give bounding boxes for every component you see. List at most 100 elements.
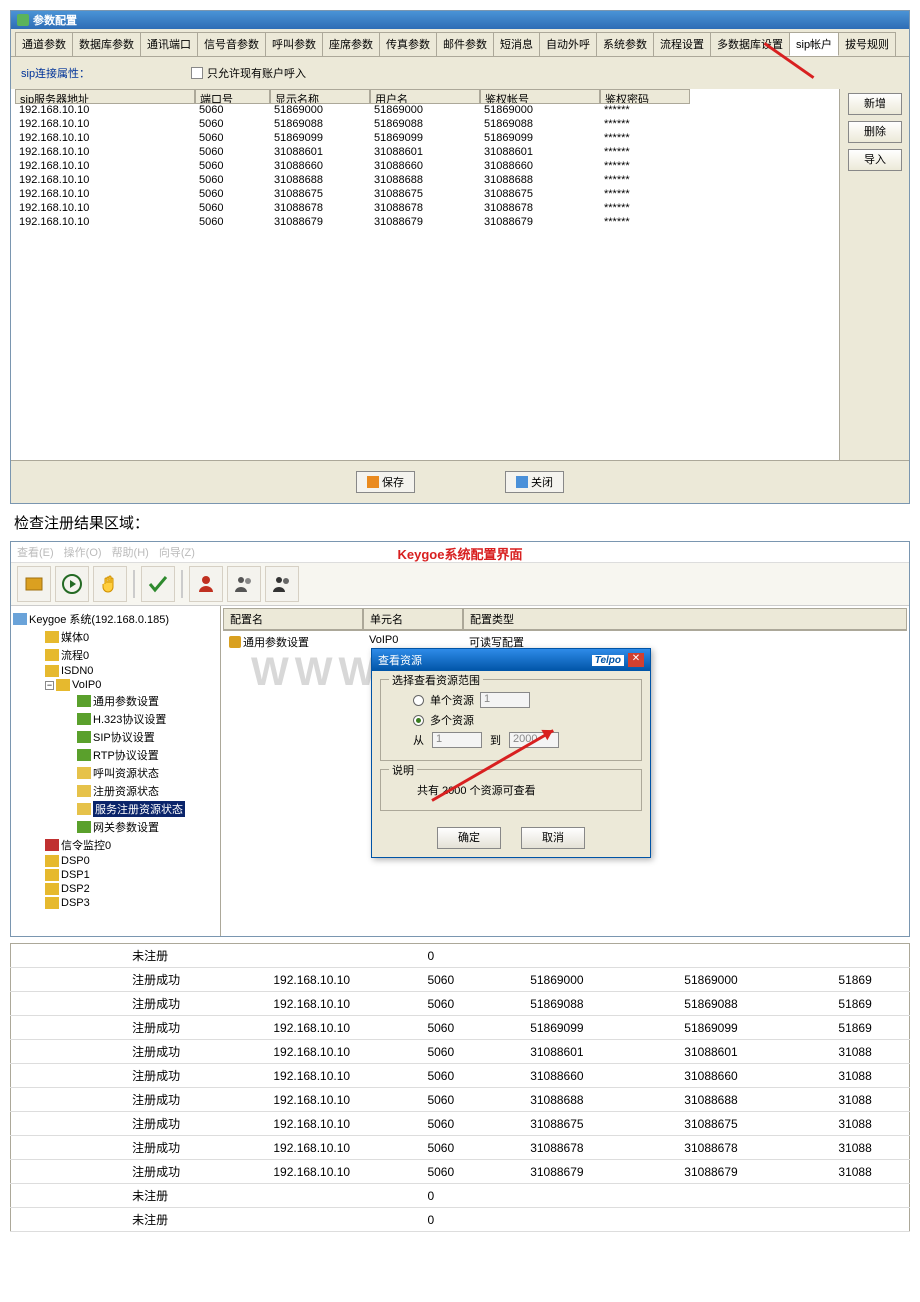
tab-6[interactable]: 传真参数 <box>379 32 437 56</box>
tab-10[interactable]: 系统参数 <box>596 32 654 56</box>
sip-account-row[interactable]: 192.168.10.10506051869099518690995186909… <box>15 132 835 146</box>
tab-13[interactable]: sip帐户 <box>789 32 839 56</box>
result-row[interactable]: 注册成功192.168.10.1050603108867931088679310… <box>11 1160 910 1184</box>
import-button[interactable]: 导入 <box>848 149 902 171</box>
tree-isdn[interactable]: ISDN0 <box>61 665 93 677</box>
tree-rtp[interactable]: RTP协议设置 <box>93 747 159 763</box>
sip-account-grid: sip服务器地址 端口号 显示名称 用户名 鉴权帐号 鉴权密码 192.168.… <box>11 89 909 460</box>
col-display-name[interactable]: 显示名称 <box>270 89 370 104</box>
from-field[interactable]: 1 <box>432 732 482 748</box>
tree-root[interactable]: Keygoe 系统(192.168.0.185) <box>29 611 169 627</box>
ok-button[interactable]: 确定 <box>437 827 501 849</box>
tab-14[interactable]: 拔号规则 <box>838 32 896 56</box>
col-config-name[interactable]: 配置名 <box>223 608 363 630</box>
folder-icon <box>45 897 59 909</box>
tree-h323[interactable]: H.323协议设置 <box>93 711 166 727</box>
menu-item[interactable]: 帮助(H) <box>112 544 149 560</box>
dialog-title-bar[interactable]: 查看资源 Telpo ✕ <box>372 649 650 671</box>
delete-button[interactable]: 删除 <box>848 121 902 143</box>
sip-account-row[interactable]: 192.168.10.10506031088678310886783108867… <box>15 202 835 216</box>
tree-voip[interactable]: VoIP0 <box>72 679 101 691</box>
toolbar-play-icon[interactable] <box>55 566 89 602</box>
result-row[interactable]: 注册成功192.168.10.1050605186908851869088518… <box>11 992 910 1016</box>
toolbar-users-dark-icon[interactable] <box>265 566 299 602</box>
result-row[interactable]: 注册成功192.168.10.1050605186909951869099518… <box>11 1016 910 1040</box>
folder-icon <box>45 665 59 677</box>
menu-item[interactable]: 查看(E) <box>17 544 54 560</box>
sip-account-row[interactable]: 192.168.10.10506031088601310886013108860… <box>15 146 835 160</box>
toolbar-check-icon[interactable] <box>141 566 175 602</box>
result-row[interactable]: 未注册0 <box>11 1208 910 1232</box>
result-row[interactable]: 注册成功192.168.10.1050603108866031088660310… <box>11 1064 910 1088</box>
result-row[interactable]: 注册成功192.168.10.1050603108860131088601310… <box>11 1040 910 1064</box>
allow-existing-checkbox[interactable] <box>191 67 203 79</box>
sip-account-row[interactable]: 192.168.10.10506031088675310886753108867… <box>15 188 835 202</box>
tab-11[interactable]: 流程设置 <box>653 32 711 56</box>
tree-general[interactable]: 通用参数设置 <box>93 693 159 709</box>
tab-4[interactable]: 呼叫参数 <box>265 32 323 56</box>
result-row[interactable]: 注册成功192.168.10.1050603108868831088688310… <box>11 1088 910 1112</box>
col-server-addr[interactable]: sip服务器地址 <box>15 89 195 104</box>
tree-call-status[interactable]: 呼叫资源状态 <box>93 765 159 781</box>
result-row[interactable]: 注册成功192.168.10.1050603108867531088675310… <box>11 1112 910 1136</box>
tree-service-reg-status[interactable]: 服务注册资源状态 <box>93 801 185 817</box>
tab-3[interactable]: 信号音参数 <box>197 32 266 56</box>
radio-single-resource[interactable] <box>413 695 424 706</box>
sip-account-row[interactable]: 192.168.10.10506031088679310886793108867… <box>15 216 835 230</box>
tree-dsp3[interactable]: DSP3 <box>61 897 90 909</box>
col-config-type[interactable]: 配置类型 <box>463 608 907 630</box>
add-button[interactable]: 新增 <box>848 93 902 115</box>
tree-reg-status[interactable]: 注册资源状态 <box>93 783 159 799</box>
tab-7[interactable]: 邮件参数 <box>436 32 494 56</box>
settings-icon <box>77 749 91 761</box>
save-label: 保存 <box>382 474 404 490</box>
tree-sip[interactable]: SIP协议设置 <box>93 729 155 745</box>
toolbar-hand-icon[interactable] <box>93 566 127 602</box>
action-button-panel: 新增 删除 导入 <box>839 89 909 460</box>
sip-account-row[interactable]: 192.168.10.10506051869088518690885186908… <box>15 118 835 132</box>
tree-dsp2[interactable]: DSP2 <box>61 883 90 895</box>
single-resource-field[interactable]: 1 <box>480 692 530 708</box>
tab-1[interactable]: 数据库参数 <box>72 32 141 56</box>
registration-result-table: 未注册0注册成功192.168.10.105060518690005186900… <box>10 943 910 1232</box>
tab-0[interactable]: 通道参数 <box>15 32 73 56</box>
tree-media[interactable]: 媒体0 <box>61 629 89 645</box>
sip-account-row[interactable]: 192.168.10.10506031088660310886603108866… <box>15 160 835 174</box>
sip-account-row[interactable]: 192.168.10.10506031088688310886883108868… <box>15 174 835 188</box>
col-auth-password[interactable]: 鉴权密码 <box>600 89 690 104</box>
dialog-close-icon[interactable]: ✕ <box>628 653 644 667</box>
col-unit-name[interactable]: 单元名 <box>363 608 463 630</box>
settings-icon <box>77 713 91 725</box>
result-row[interactable]: 注册成功192.168.10.1050603108867831088678310… <box>11 1136 910 1160</box>
menu-item[interactable]: 向导(Z) <box>159 544 195 560</box>
result-row[interactable]: 未注册0 <box>11 1184 910 1208</box>
result-row[interactable]: 注册成功192.168.10.1050605186900051869000518… <box>11 968 910 992</box>
tree-flow[interactable]: 流程0 <box>61 647 89 663</box>
tab-9[interactable]: 自动外呼 <box>539 32 597 56</box>
toolbar-config-icon[interactable] <box>17 566 51 602</box>
col-port[interactable]: 端口号 <box>195 89 270 104</box>
col-username[interactable]: 用户名 <box>370 89 480 104</box>
telpo-logo: Telpo <box>592 655 624 666</box>
col-auth-account[interactable]: 鉴权帐号 <box>480 89 600 104</box>
save-button[interactable]: 保存 <box>356 471 415 493</box>
tree-panel[interactable]: Keygoe 系统(192.168.0.185) 媒体0 流程0 ISDN0 −… <box>11 606 221 936</box>
menu-item[interactable]: 操作(O) <box>64 544 102 560</box>
tree-gateway[interactable]: 网关参数设置 <box>93 819 159 835</box>
tree-dsp0[interactable]: DSP0 <box>61 855 90 867</box>
tab-5[interactable]: 座席参数 <box>322 32 380 56</box>
description-group: 说明 共有 2000 个资源可查看 <box>380 769 642 811</box>
collapse-icon[interactable]: − <box>45 681 54 690</box>
tab-8[interactable]: 短消息 <box>493 32 540 56</box>
result-row[interactable]: 未注册0 <box>11 944 910 968</box>
tree-signaling[interactable]: 信令监控0 <box>61 837 111 853</box>
toolbar-user-single-icon[interactable] <box>189 566 223 602</box>
toolbar-users-gray-icon[interactable] <box>227 566 261 602</box>
tab-2[interactable]: 通讯端口 <box>140 32 198 56</box>
tree-dsp1[interactable]: DSP1 <box>61 869 90 881</box>
cancel-button[interactable]: 取消 <box>521 827 585 849</box>
close-button[interactable]: 关闭 <box>505 471 564 493</box>
sip-connection-label: sip连接属性： <box>21 65 191 81</box>
sip-account-row[interactable]: 192.168.10.10506051869000518690005186900… <box>15 104 835 118</box>
radio-multi-resource[interactable] <box>413 715 424 726</box>
